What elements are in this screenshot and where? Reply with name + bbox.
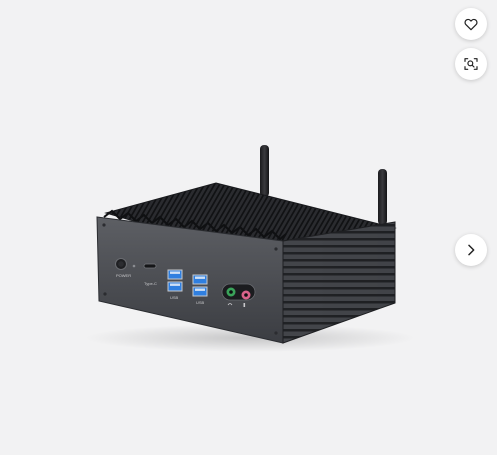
product-image[interactable]: POWER Type-C USB USB [0, 0, 497, 455]
heart-icon [464, 18, 478, 31]
next-image-button[interactable] [455, 234, 487, 266]
typec-label: Type-C [144, 281, 157, 286]
visual-search-button[interactable] [455, 48, 487, 80]
favorite-button[interactable] [455, 8, 487, 40]
power-label: POWER [116, 273, 131, 278]
usb-left-label: USB [170, 295, 179, 300]
usb-right-label: USB [196, 300, 205, 305]
chevron-right-icon [468, 244, 475, 256]
product-image-viewer: POWER Type-C USB USB [0, 0, 497, 455]
scan-search-icon [464, 58, 478, 70]
